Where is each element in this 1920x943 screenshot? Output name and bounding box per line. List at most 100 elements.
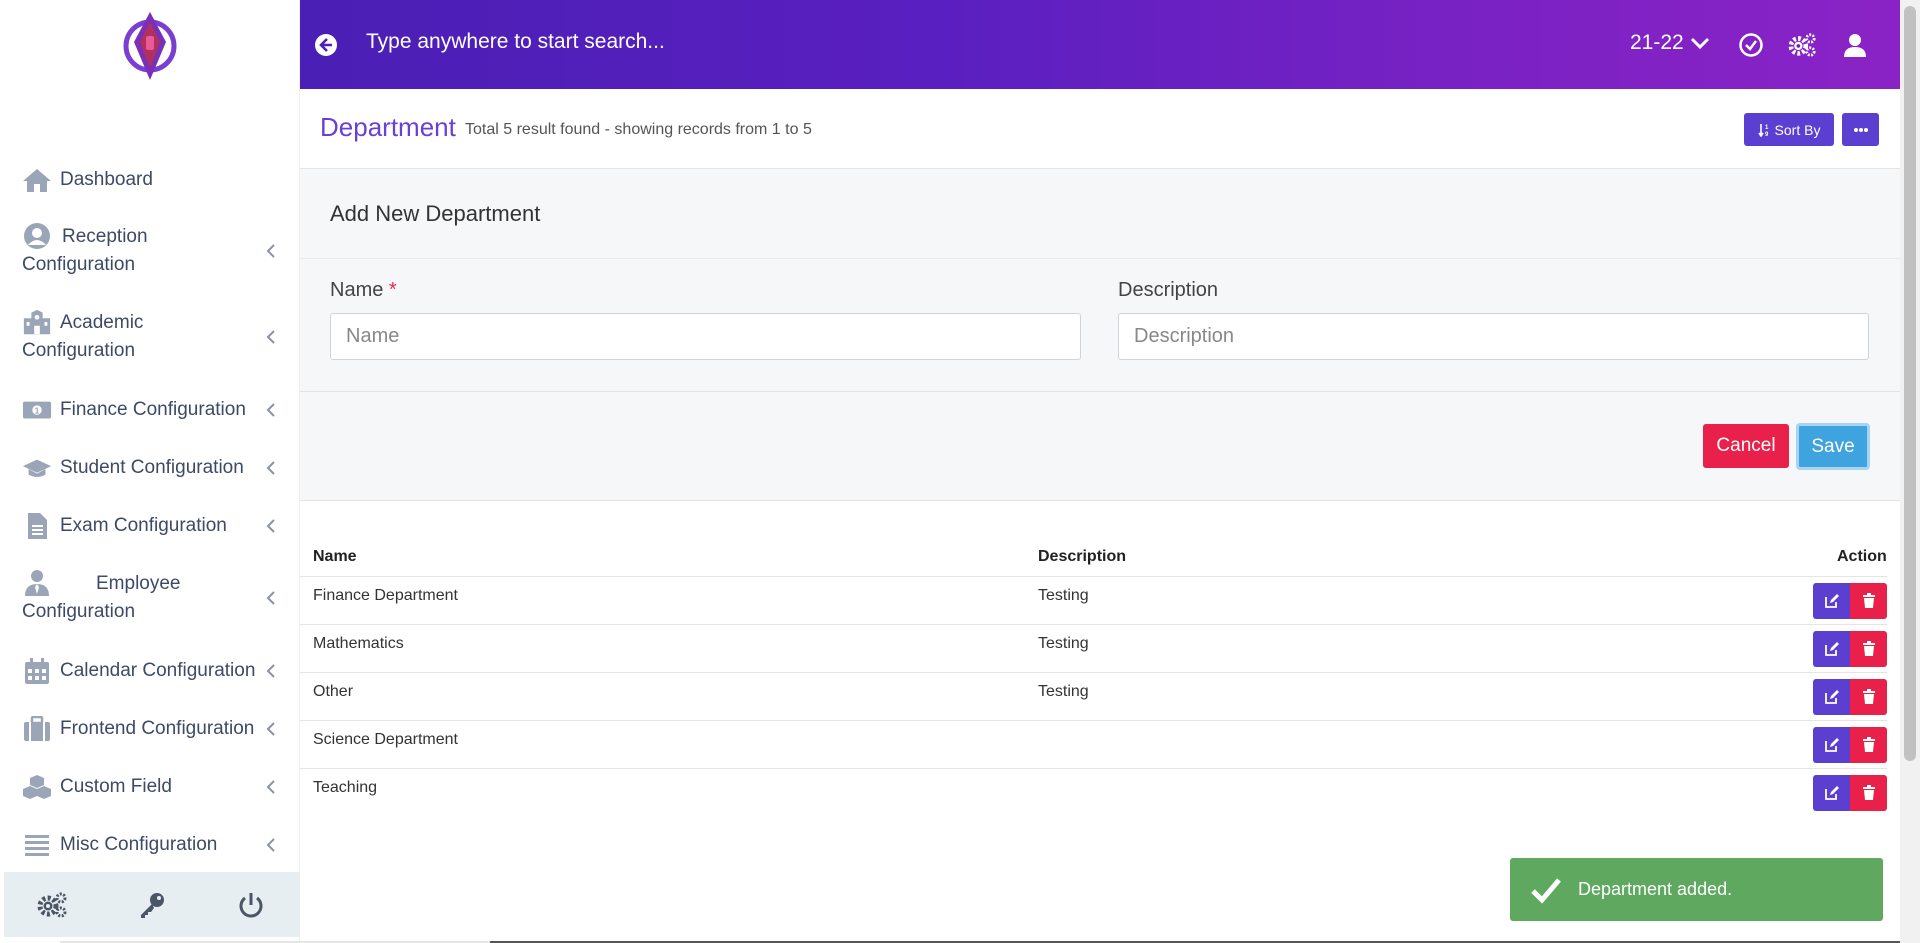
sidebar-item-label: Student Configuration xyxy=(60,457,244,478)
settings-cogs-icon[interactable] xyxy=(37,889,69,921)
trash-icon xyxy=(1862,689,1875,704)
chevron-left-icon xyxy=(266,780,275,794)
global-search-input[interactable]: Type anywhere to start search... xyxy=(366,30,665,54)
column-header-description[interactable]: Description xyxy=(1038,548,1126,566)
row-actions xyxy=(1813,775,1887,811)
name-input[interactable] xyxy=(330,313,1081,360)
chevron-left-icon xyxy=(266,519,275,533)
sidebar-item-employee-configuration[interactable]: Employee Configuration xyxy=(0,570,300,626)
divider xyxy=(300,258,1900,259)
sidebar-item-custom-field[interactable]: Custom Field xyxy=(0,772,300,802)
trash-icon xyxy=(1862,641,1875,656)
form-title: Add New Department xyxy=(330,201,541,226)
column-header-action: Action xyxy=(1837,548,1887,565)
row-name: Science Department xyxy=(313,731,458,748)
delete-button[interactable] xyxy=(1850,631,1887,667)
more-options-button[interactable] xyxy=(1842,113,1879,146)
edit-button[interactable] xyxy=(1813,583,1850,619)
column-header-name[interactable]: Name xyxy=(313,548,357,566)
sidebar-footer xyxy=(4,872,300,937)
sort-by-button[interactable]: 19 Sort By xyxy=(1744,113,1834,146)
trash-icon xyxy=(1862,593,1875,608)
edit-icon xyxy=(1824,738,1839,752)
chevron-down-icon xyxy=(1690,37,1709,50)
chevron-left-icon xyxy=(266,244,275,258)
sidebar-item-finance-configuration[interactable]: 1 Finance Configuration xyxy=(0,395,300,425)
delete-button[interactable] xyxy=(1850,727,1887,763)
page-title: Department xyxy=(320,112,456,142)
svg-text:1: 1 xyxy=(1765,125,1769,131)
sidebar-item-misc-configuration[interactable]: Misc Configuration xyxy=(0,830,300,860)
app-logo[interactable] xyxy=(116,8,184,84)
svg-text:1: 1 xyxy=(35,405,40,415)
edit-button[interactable] xyxy=(1813,631,1850,667)
sidebar-item-frontend-configuration[interactable]: Frontend Configuration xyxy=(0,714,300,744)
cancel-button[interactable]: Cancel xyxy=(1703,424,1789,468)
suitcase-icon xyxy=(22,716,52,742)
checkmark-icon xyxy=(1531,877,1561,904)
check-circle-icon[interactable] xyxy=(1738,32,1764,58)
file-icon xyxy=(22,513,52,539)
graduation-cap-icon xyxy=(22,455,52,481)
chevron-left-icon xyxy=(266,838,275,852)
row-name: Mathematics xyxy=(313,635,404,652)
sort-by-label: Sort By xyxy=(1774,121,1821,138)
save-button[interactable]: Save xyxy=(1796,423,1870,470)
svg-text:9: 9 xyxy=(1765,132,1769,137)
edit-button[interactable] xyxy=(1813,727,1850,763)
settings-cogs-icon[interactable] xyxy=(1788,32,1818,58)
home-icon xyxy=(22,167,52,193)
toast-message: Department added. xyxy=(1578,879,1733,899)
power-icon[interactable] xyxy=(235,889,267,921)
sidebar-item-label: Employee Configuration xyxy=(22,573,181,622)
chevron-left-icon xyxy=(266,461,275,475)
row-name: Other xyxy=(313,683,354,700)
sidebar-item-academic-configuration[interactable]: Academic Configuration xyxy=(0,309,300,365)
name-label: Name * xyxy=(330,279,397,302)
required-marker: * xyxy=(388,279,397,301)
chevron-left-icon xyxy=(266,722,275,736)
delete-button[interactable] xyxy=(1850,679,1887,715)
edit-button[interactable] xyxy=(1813,775,1850,811)
sidebar-item-exam-configuration[interactable]: Exam Configuration xyxy=(0,511,300,541)
cubes-icon xyxy=(22,774,52,800)
sidebar-item-calendar-configuration[interactable]: Calendar Configuration xyxy=(0,656,300,686)
delete-button[interactable] xyxy=(1850,775,1887,811)
session-value: 21-22 xyxy=(1630,31,1684,54)
bars-icon xyxy=(22,832,52,858)
sidebar-item-label: Reception Configuration xyxy=(22,226,148,275)
scrollbar-thumb[interactable] xyxy=(1904,6,1916,761)
row-description: Testing xyxy=(1038,683,1089,700)
success-toast[interactable]: Department added. xyxy=(1510,858,1883,921)
sidebar-item-reception-configuration[interactable]: Reception Configuration xyxy=(0,223,300,279)
sidebar: Dashboard Reception Configuration Academ… xyxy=(0,0,300,943)
row-actions xyxy=(1813,679,1887,715)
chevron-left-icon xyxy=(266,403,275,417)
edit-button[interactable] xyxy=(1813,679,1850,715)
description-label: Description xyxy=(1118,279,1219,301)
sidebar-item-label: Dashboard xyxy=(60,169,153,190)
key-icon[interactable] xyxy=(136,889,168,921)
table-row: Teaching xyxy=(300,768,1887,816)
sidebar-item-label: Finance Configuration xyxy=(60,399,246,420)
table-row: Science Department xyxy=(300,720,1887,768)
sidebar-item-student-configuration[interactable]: Student Configuration xyxy=(0,453,300,483)
row-actions xyxy=(1813,727,1887,763)
description-input[interactable] xyxy=(1118,313,1869,360)
calendar-icon xyxy=(22,658,52,684)
sidebar-item-label: Exam Configuration xyxy=(60,515,227,536)
top-bar: Type anywhere to start search... 21-22 xyxy=(300,0,1900,89)
sidebar-item-label: Misc Configuration xyxy=(60,834,218,855)
delete-button[interactable] xyxy=(1850,583,1887,619)
table-row: Mathematics Testing xyxy=(300,624,1887,672)
sidebar-item-dashboard[interactable]: Dashboard xyxy=(0,165,300,195)
row-name: Finance Department xyxy=(313,587,458,604)
edit-icon xyxy=(1824,690,1839,704)
trash-icon xyxy=(1862,737,1875,752)
back-arrow-icon[interactable] xyxy=(314,33,338,57)
chevron-left-icon xyxy=(266,591,275,605)
sort-icon: 19 xyxy=(1757,123,1769,137)
session-selector[interactable]: 21-22 xyxy=(1630,31,1710,55)
divider xyxy=(300,391,1900,392)
user-icon[interactable] xyxy=(1842,32,1868,58)
